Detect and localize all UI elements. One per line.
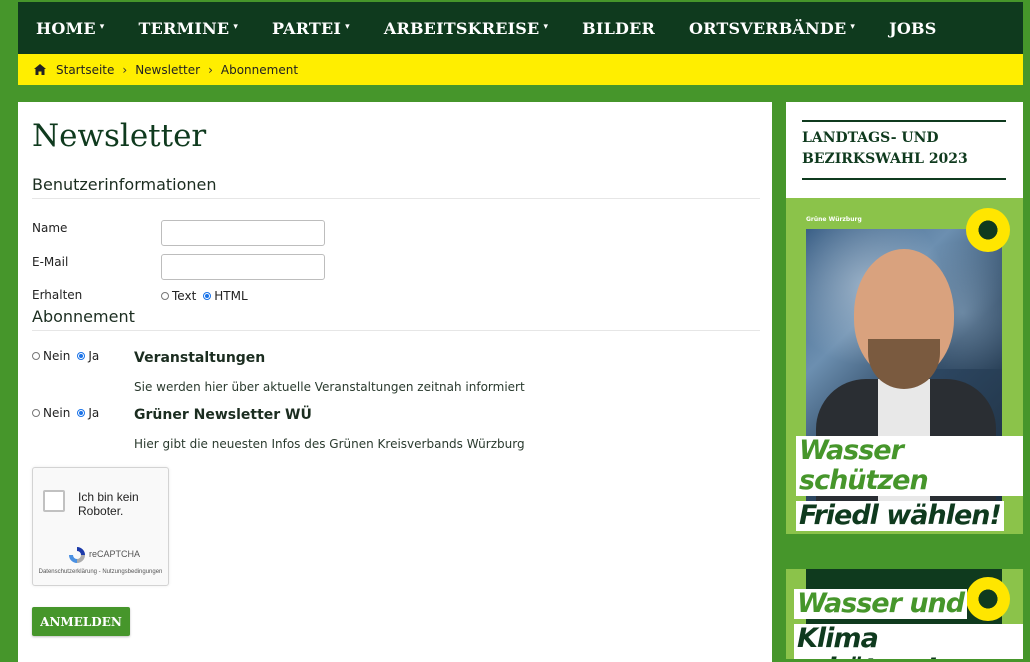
breadcrumb-startseite[interactable]: Startseite xyxy=(56,63,114,77)
breadcrumb-separator: › xyxy=(122,62,128,77)
subscription-2-no-radio[interactable] xyxy=(32,409,40,417)
format-html-radio[interactable] xyxy=(203,292,212,300)
breadcrumb-newsletter[interactable]: Newsletter xyxy=(135,63,200,77)
format-text-label: Text xyxy=(172,289,197,303)
email-label: E-Mail xyxy=(32,255,69,269)
breadcrumb-separator: › xyxy=(208,62,213,77)
subscribe-button[interactable]: ANMELDEN xyxy=(32,607,130,636)
subscription-2-yes-radio[interactable] xyxy=(77,409,86,417)
nav-label: TERMINE xyxy=(138,18,230,38)
caret-down-icon: ▾ xyxy=(233,22,239,32)
poster-slogan-line2: Friedl wählen! xyxy=(796,501,1004,531)
poster2-slogan-line1: Wasser und xyxy=(794,589,968,619)
recaptcha-label: Ich bin kein Roboter. xyxy=(78,490,139,518)
breadcrumb-abonnement: Abonnement xyxy=(220,62,299,77)
nav-item-arbeitskreise[interactable]: ARBEITSKREISE ▾ xyxy=(367,2,565,54)
poster2-slogan-line2: Klima schützen! xyxy=(794,624,1023,659)
format-html-label: HTML xyxy=(214,289,248,303)
nav-item-termine[interactable]: TERMINE ▾ xyxy=(121,2,255,54)
breadcrumb: Startseite › Newsletter › Abonnement xyxy=(18,54,1023,85)
sidebar-card-title: LANDTAGS- UND BEZIRKSWAHL 2023 xyxy=(802,130,968,167)
poster-slogan-line1: Wasser schützen xyxy=(796,436,1023,496)
subscription-1-title: Veranstaltungen xyxy=(134,350,266,366)
caret-down-icon: ▾ xyxy=(543,22,549,32)
recaptcha-legal-links[interactable]: Datenschutzerklärung - Nutzungsbedingung… xyxy=(33,568,168,576)
nav-label: HOME xyxy=(36,18,96,38)
climate-poster[interactable]: Wasser und Klima schützen! xyxy=(786,569,1023,659)
election-poster[interactable]: Grüne Würzburg Wasser schützen Friedl wä… xyxy=(786,198,1023,534)
nav-item-home[interactable]: HOME ▾ xyxy=(18,2,121,54)
recaptcha-brand: reCAPTCHA xyxy=(89,549,141,559)
nav-item-bilder[interactable]: BILDER xyxy=(565,2,672,54)
main-content: Newsletter Benutzerinformationen Name E-… xyxy=(18,102,772,662)
subscription-1-radio-group: Nein Ja xyxy=(32,349,106,363)
no-label: Nein xyxy=(43,406,71,420)
subscription-heading: Abonnement xyxy=(32,307,760,331)
email-input[interactable] xyxy=(161,254,325,280)
caret-down-icon: ▾ xyxy=(99,22,105,32)
poster2-slogan: Wasser und Klima schützen! xyxy=(794,589,1023,659)
recaptcha-widget: Ich bin kein Roboter. reCAPTCHA Datensch… xyxy=(32,467,169,586)
subscription-1-description: Sie werden hier über aktuelle Veranstalt… xyxy=(134,380,525,394)
title-rule-bottom xyxy=(802,178,1006,180)
name-label: Name xyxy=(32,221,68,235)
no-label: Nein xyxy=(43,349,71,363)
nav-item-jobs[interactable]: JOBS xyxy=(872,2,953,54)
main-navigation: HOME ▾ TERMINE ▾ PARTEI ▾ ARBEITSKREISE ▾ BI… xyxy=(18,2,1023,54)
receive-label: Erhalten xyxy=(32,288,83,302)
sidebar-election-card: LANDTAGS- UND BEZIRKSWAHL 2023 xyxy=(786,102,1023,198)
yes-label: Ja xyxy=(88,349,100,363)
name-input[interactable] xyxy=(161,220,325,246)
caret-down-icon: ▾ xyxy=(345,22,350,32)
poster-small-text: Grüne Würzburg xyxy=(806,216,862,223)
yes-label: Ja xyxy=(88,406,100,420)
nav-item-ortsverbaende[interactable]: ORTSVERBÄNDE ▾ xyxy=(672,2,872,54)
sunflower-logo-icon xyxy=(966,208,1010,252)
home-icon[interactable] xyxy=(34,64,46,75)
subscription-2-title: Grüner Newsletter WÜ xyxy=(134,407,312,423)
user-info-heading: Benutzerinformationen xyxy=(32,175,760,199)
nav-label: BILDER xyxy=(582,18,655,38)
subscription-2-radio-group: Nein Ja xyxy=(32,406,106,420)
format-text-radio[interactable] xyxy=(161,292,169,300)
nav-label: JOBS xyxy=(889,18,937,38)
title-rule-top xyxy=(802,120,1006,122)
poster-slogan: Wasser schützen Friedl wählen! xyxy=(796,436,1023,534)
recaptcha-logo-icon xyxy=(69,547,85,563)
format-radio-group: Text HTML xyxy=(161,289,255,303)
subscription-1-no-radio[interactable] xyxy=(32,352,40,360)
subscription-2-description: Hier gibt die neuesten Infos des Grünen … xyxy=(134,437,525,451)
nav-label: ORTSVERBÄNDE xyxy=(689,18,847,38)
page-title: Newsletter xyxy=(32,118,207,154)
recaptcha-checkbox[interactable] xyxy=(43,490,65,512)
caret-down-icon: ▾ xyxy=(850,22,856,32)
subscription-1-yes-radio[interactable] xyxy=(77,352,86,360)
nav-label: ARBEITSKREISE xyxy=(383,18,540,38)
nav-item-partei[interactable]: PARTEI ▾ xyxy=(255,2,367,54)
nav-label: PARTEI xyxy=(272,18,342,38)
